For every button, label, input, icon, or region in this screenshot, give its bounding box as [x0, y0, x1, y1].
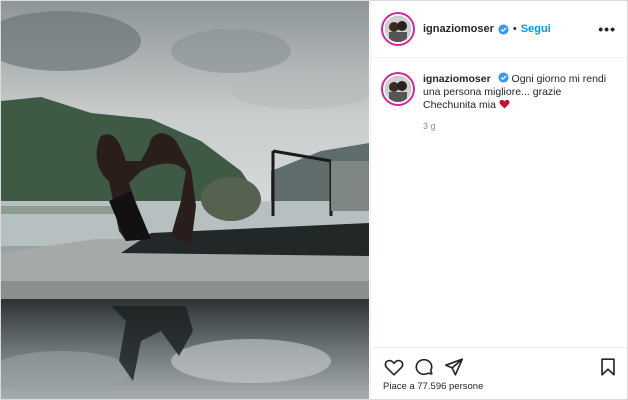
likes-count[interactable]: Piace a 77.596 persone	[383, 381, 483, 392]
caption-username[interactable]: ignaziomoser	[423, 73, 491, 85]
bookmark-icon[interactable]	[597, 356, 619, 378]
photo-illustration	[1, 1, 369, 399]
avatar[interactable]	[383, 14, 413, 44]
follow-button[interactable]: Segui	[521, 23, 551, 35]
post-header: ignaziomoser • Segui •••	[371, 1, 627, 58]
post-modal: ignaziomoser • Segui ••• ignaziomoser Og…	[0, 0, 628, 400]
caption-timestamp: 3 g	[423, 121, 436, 131]
avatar-image	[385, 76, 411, 102]
username[interactable]: ignaziomoser	[423, 23, 494, 35]
red-heart-emoji-icon	[499, 99, 510, 109]
action-bar	[371, 347, 627, 378]
heart-outline-icon[interactable]	[383, 356, 405, 378]
avatar-image	[385, 16, 411, 42]
comment-icon[interactable]	[413, 356, 435, 378]
caption-comment: ignaziomoser Ogni giorno mi rendi una pe…	[371, 58, 627, 112]
paper-plane-icon[interactable]	[443, 356, 465, 378]
caption-avatar[interactable]	[383, 74, 413, 104]
separator-dot: •	[512, 23, 517, 35]
caption-text-block: ignaziomoser Ogni giorno mi rendi una pe…	[423, 72, 613, 112]
verified-badge-icon	[498, 23, 509, 35]
more-options-button[interactable]: •••	[598, 21, 616, 37]
post-photo[interactable]	[1, 1, 369, 399]
post-side-panel: ignaziomoser • Segui ••• ignaziomoser Og…	[370, 1, 627, 399]
verified-badge-icon	[498, 72, 509, 83]
